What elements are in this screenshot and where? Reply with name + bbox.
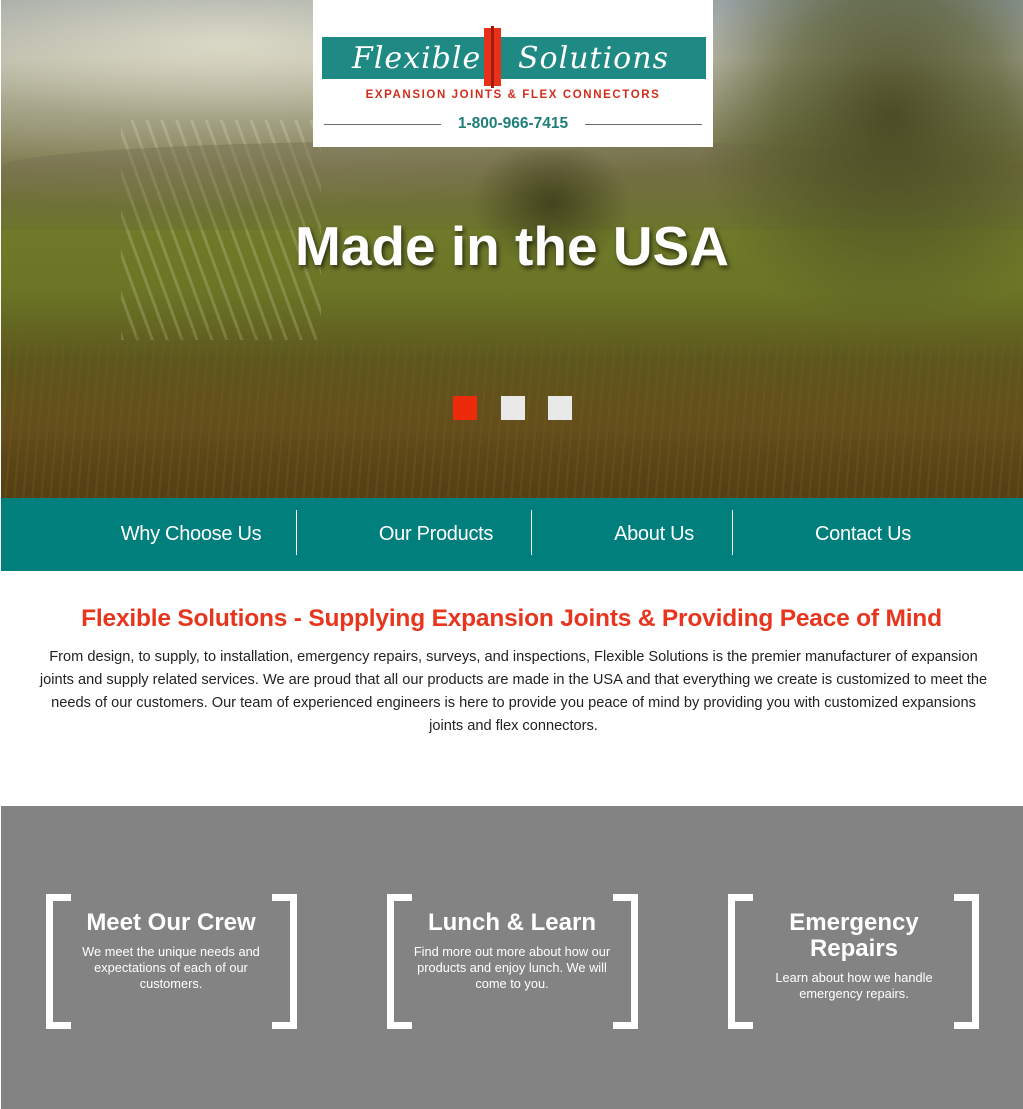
bracket-left-icon bbox=[46, 894, 71, 1029]
feature-desc: We meet the unique needs and expectation… bbox=[82, 944, 260, 991]
hero-trees bbox=[693, 0, 1023, 330]
feature-title: Meet Our Crew bbox=[86, 909, 256, 936]
intro-paragraph: From design, to supply, to installation,… bbox=[39, 649, 988, 734]
intro-heading: Flexible Solutions - Supplying Expansion… bbox=[81, 605, 942, 632]
logo-connector-mark bbox=[484, 26, 501, 88]
logo-band: Flexible Solutions bbox=[322, 37, 706, 79]
bracket-right-icon bbox=[613, 894, 638, 1029]
nav-why-choose-us[interactable]: Why Choose Us bbox=[91, 498, 291, 571]
feature-title: Lunch & Learn bbox=[427, 909, 596, 936]
nav-about-us[interactable]: About Us bbox=[554, 498, 754, 571]
logo-divider-right bbox=[585, 124, 702, 125]
nav-divider bbox=[531, 510, 532, 555]
slider-dot-2[interactable] bbox=[501, 396, 525, 420]
nav-divider bbox=[732, 510, 733, 555]
main-nav: Why Choose Us Our Products About Us Cont… bbox=[1, 498, 1023, 571]
feature-title: Emergency Repairs bbox=[789, 909, 919, 962]
feature-lunch-and-learn[interactable]: Lunch & Learn Find more out more about h… bbox=[412, 910, 612, 992]
features-section: Meet Our Crew We meet the unique needs a… bbox=[1, 806, 1023, 1109]
feature-emergency-repairs[interactable]: Emergency Repairs Learn about how we han… bbox=[764, 910, 944, 1002]
bracket-left-icon bbox=[728, 894, 753, 1029]
nav-divider bbox=[296, 510, 297, 555]
nav-our-products[interactable]: Our Products bbox=[336, 498, 536, 571]
logo-word-left: Flexible bbox=[352, 41, 482, 76]
bracket-right-icon bbox=[954, 894, 979, 1029]
bracket-left-icon bbox=[387, 894, 412, 1029]
feature-desc: Find more out more about how our product… bbox=[413, 944, 611, 991]
bracket-right-icon bbox=[272, 894, 297, 1029]
logo-tagline: EXPANSION JOINTS & FLEX CONNECTORS bbox=[365, 89, 661, 101]
feature-meet-our-crew[interactable]: Meet Our Crew We meet the unique needs a… bbox=[76, 910, 266, 992]
logo-word-right: Solutions bbox=[518, 41, 669, 76]
slider-dot-1[interactable] bbox=[453, 396, 477, 420]
slider-dot-3[interactable] bbox=[548, 396, 572, 420]
site-logo[interactable]: Flexible Solutions EXPANSION JOINTS & FL… bbox=[313, 0, 713, 147]
feature-desc: Learn about how we handle emergency repa… bbox=[775, 970, 933, 1001]
nav-contact-us[interactable]: Contact Us bbox=[763, 498, 963, 571]
hero-title: Made in the USA bbox=[295, 215, 729, 277]
